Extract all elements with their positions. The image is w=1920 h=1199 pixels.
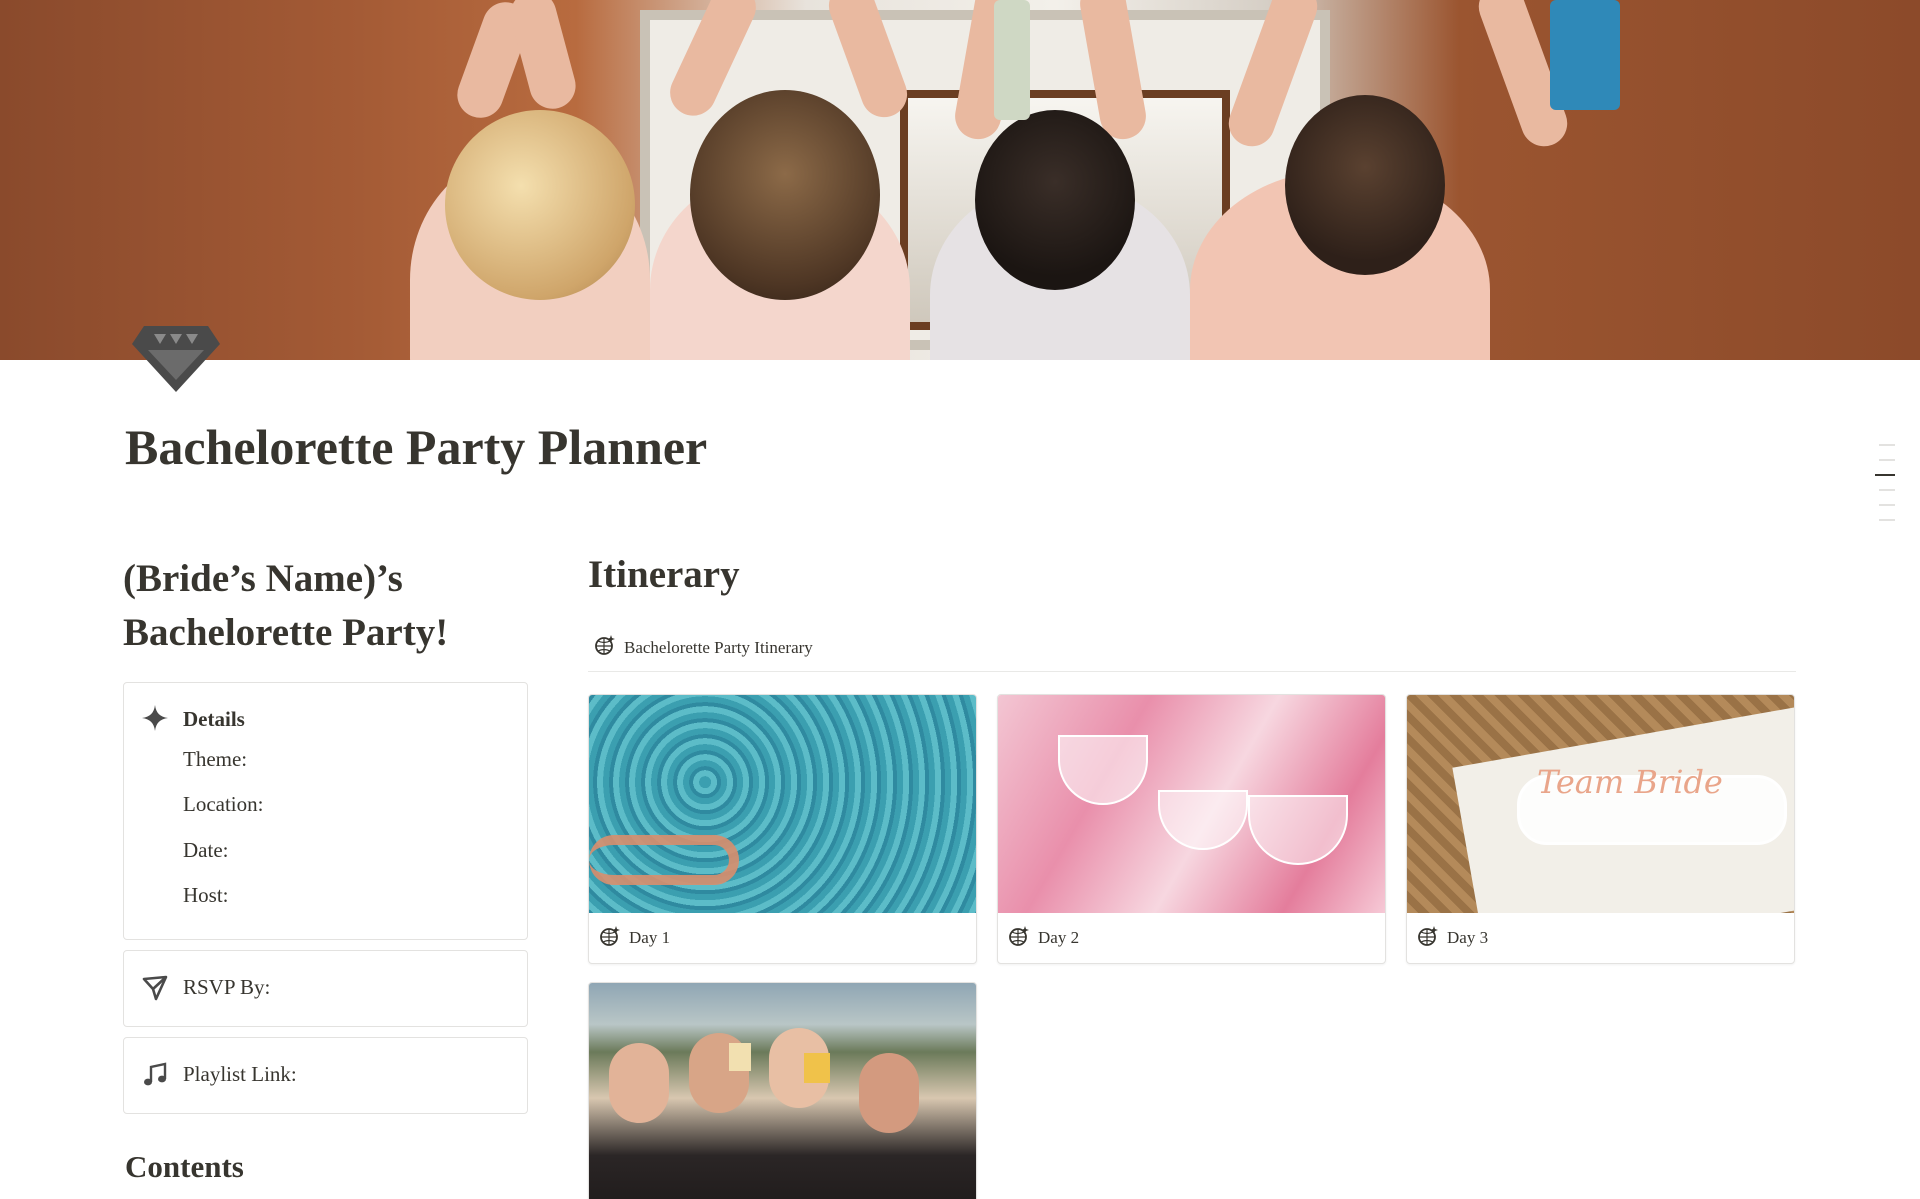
rsvp-label[interactable]: RSVP By: xyxy=(183,975,270,1000)
cover-bottle xyxy=(994,0,1030,120)
details-title: Details xyxy=(183,707,245,731)
database-view-tab[interactable]: Bachelorette Party Itinerary xyxy=(594,634,813,661)
details-date[interactable]: Date: xyxy=(183,838,228,863)
paper-plane-icon xyxy=(142,975,168,1001)
details-callout[interactable]: Details Theme: Location: Date: Host: xyxy=(123,682,528,940)
left-column: (Bride’s Name)’s Bachelorette Party! Det… xyxy=(123,552,528,1114)
card-cover-champagne xyxy=(998,695,1385,913)
table-of-contents-rail[interactable] xyxy=(1875,444,1895,534)
itinerary-card-4[interactable] xyxy=(588,982,977,1199)
card-cover-pool xyxy=(589,695,976,913)
cover-bottle xyxy=(1550,0,1620,110)
database-view-label: Bachelorette Party Itinerary xyxy=(624,637,813,657)
details-theme[interactable]: Theme: xyxy=(183,747,247,772)
itinerary-card-day-1[interactable]: Day 1 xyxy=(588,694,977,964)
card-cover-team-bride-glasses: Team Bride xyxy=(1407,695,1794,913)
disco-ball-icon xyxy=(1417,925,1439,952)
itinerary-card-day-2[interactable]: Day 2 xyxy=(997,694,1386,964)
toc-marker-active[interactable] xyxy=(1875,474,1895,476)
toc-marker[interactable] xyxy=(1879,519,1895,521)
disco-ball-icon xyxy=(594,634,616,661)
itinerary-card-day-3[interactable]: Team Bride Day 3 xyxy=(1406,694,1795,964)
database-divider xyxy=(588,671,1796,672)
contents-heading: Contents xyxy=(125,1149,244,1184)
disco-ball-icon xyxy=(599,925,621,952)
toc-marker[interactable] xyxy=(1879,459,1895,461)
music-note-icon xyxy=(142,1062,168,1088)
cover-hair xyxy=(1285,95,1445,275)
itinerary-heading: Itinerary xyxy=(588,553,740,596)
toc-marker[interactable] xyxy=(1879,489,1895,491)
toc-marker[interactable] xyxy=(1879,444,1895,446)
details-location[interactable]: Location: xyxy=(183,792,263,817)
details-host[interactable]: Host: xyxy=(183,883,229,908)
playlist-callout[interactable]: Playlist Link: xyxy=(123,1037,528,1114)
card-title: Day 2 xyxy=(1038,928,1080,947)
card-title: Day 1 xyxy=(629,928,671,947)
cover-hair xyxy=(690,90,880,300)
bride-heading: (Bride’s Name)’s Bachelorette Party! xyxy=(123,557,449,654)
diamond-icon[interactable] xyxy=(128,322,224,394)
sparkle-icon xyxy=(142,705,168,731)
cover-image xyxy=(0,0,1920,360)
page-title: Bachelorette Party Planner xyxy=(125,419,708,475)
cover-hair xyxy=(975,110,1135,290)
card-cover-group-toast xyxy=(589,983,976,1199)
disco-ball-icon xyxy=(1008,925,1030,952)
cover-hair xyxy=(445,110,635,300)
rsvp-callout[interactable]: RSVP By: xyxy=(123,950,528,1027)
toc-marker[interactable] xyxy=(1879,504,1895,506)
playlist-label[interactable]: Playlist Link: xyxy=(183,1062,297,1087)
card-title: Day 3 xyxy=(1447,928,1489,947)
